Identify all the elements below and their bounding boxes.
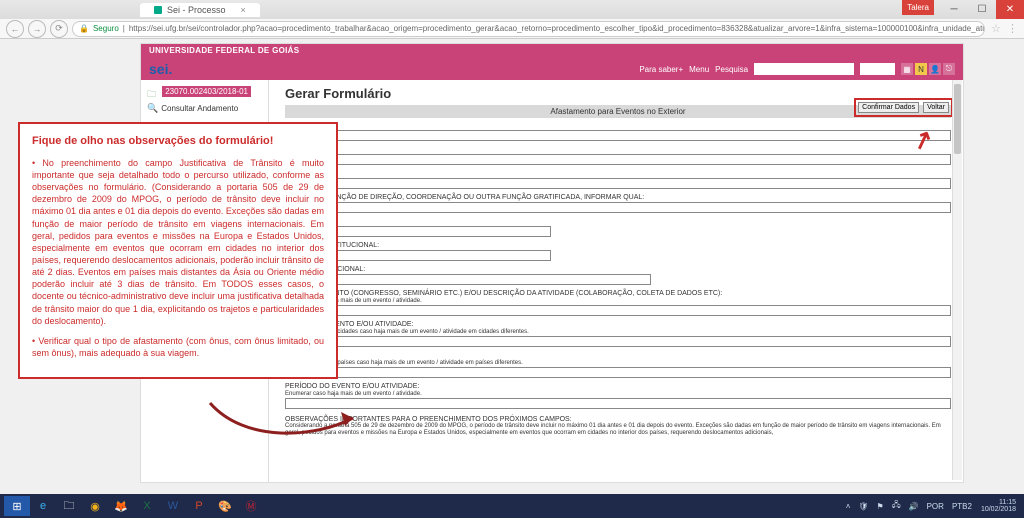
- label-email: E-MAIL INSTITUCIONAL:: [285, 266, 951, 273]
- url-field[interactable]: 🔒 Seguro | https://sei.ufg.br/sei/contro…: [72, 21, 985, 37]
- callout-p1: No preenchimento do campo Justificativa …: [32, 157, 324, 327]
- label-pais: PAÍS:: [285, 352, 951, 359]
- toolbar-icon-1[interactable]: ▦: [901, 63, 913, 75]
- taskbar-excel-icon[interactable]: X: [134, 496, 160, 516]
- sub-nome-evento: Enumerar caso haja mais de um evento / a…: [285, 298, 951, 304]
- tray-kb[interactable]: PTB2: [949, 502, 975, 511]
- input-cidade[interactable]: [285, 336, 951, 347]
- sub-cidade: Enumerar todas as cidades caso haja mais…: [285, 329, 951, 335]
- windows-taskbar: ⊞ e 🗀 ◉ 🦊 X W P 🎨 Ⓜ ˄ 🛡 ⚑ 🖧 🔊 POR PTB2 1…: [0, 494, 1024, 518]
- app-top-bar: sei. Para saber+ Menu Pesquisa PRPG ▾ ▦ …: [141, 58, 963, 80]
- label-cargo: CARGO:: [285, 170, 951, 177]
- tray-date: 10/02/2018: [981, 506, 1016, 513]
- sub-periodo: Enumerar caso haja mais de um evento / a…: [285, 391, 951, 397]
- search-input[interactable]: [754, 63, 854, 75]
- browser-tab-bar: Sei - Processo ×: [0, 0, 1024, 19]
- consult-label: Consultar Andamento: [161, 104, 238, 113]
- taskbar-firefox-icon[interactable]: 🦊: [108, 496, 134, 516]
- confirm-data-button[interactable]: Confirmar Dados: [858, 102, 919, 113]
- input-email[interactable]: [285, 274, 651, 285]
- tray-time: 11:15: [981, 499, 1016, 506]
- label-periodo: PERÍODO DO EVENTO E/OU ATIVIDADE:: [285, 383, 951, 390]
- toolbar-icon-2[interactable]: N: [915, 63, 927, 75]
- toolbar-icon-3[interactable]: 👤: [929, 63, 941, 75]
- taskbar-word-icon[interactable]: W: [160, 496, 186, 516]
- instruction-callout: Fique de olho nas observações do formulá…: [18, 122, 338, 379]
- menu-icon[interactable]: ⋮: [1007, 22, 1018, 35]
- taskbar-mcafee-icon[interactable]: Ⓜ: [238, 496, 264, 516]
- forward-button[interactable]: →: [28, 20, 46, 38]
- form-section-header: Afastamento para Eventos no Exterior: [285, 105, 951, 118]
- start-button[interactable]: ⊞: [4, 496, 30, 516]
- label-telefone: TELEFONE INSTITUCIONAL:: [285, 242, 951, 249]
- input-pais[interactable]: [285, 367, 951, 378]
- inner-vertical-scrollbar[interactable]: [952, 80, 962, 480]
- process-row[interactable]: 🗀 23070.002403/2018-01: [147, 86, 262, 97]
- tray-vol-icon[interactable]: 🔊: [906, 502, 922, 511]
- tray-flag-icon[interactable]: ⚑: [874, 502, 887, 511]
- toolbar-icon-4[interactable]: ⎋: [943, 63, 955, 75]
- back-button-form[interactable]: Voltar: [923, 102, 949, 113]
- process-number[interactable]: 23070.002403/2018-01: [162, 86, 251, 97]
- input-nome-evento[interactable]: [285, 305, 951, 316]
- sei-logo[interactable]: sei.: [149, 61, 172, 77]
- taskbar-powerpoint-icon[interactable]: P: [186, 496, 212, 516]
- tray-shield-icon[interactable]: 🛡: [855, 502, 871, 511]
- form-pane: Gerar Formulário Confirmar Dados Voltar …: [269, 80, 963, 482]
- tray-lang[interactable]: POR: [924, 502, 947, 511]
- obs-text: Considerando a portaria 505 de 29 de dez…: [285, 423, 951, 437]
- scroll-thumb[interactable]: [954, 84, 961, 154]
- window-close-button[interactable]: ✕: [996, 0, 1024, 19]
- link-pesquisa[interactable]: Pesquisa: [715, 65, 748, 74]
- tray-net-icon[interactable]: 🖧: [889, 499, 904, 513]
- taskbar-paint-icon[interactable]: 🎨: [212, 496, 238, 516]
- label-nome-evento: NOME DO EVENTO (CONGRESSO, SEMINÁRIO ETC…: [285, 290, 951, 297]
- folder-icon: 🗀: [147, 87, 157, 97]
- browser-tab[interactable]: Sei - Processo ×: [140, 3, 260, 17]
- callout-heading: Fique de olho nas observações do formulá…: [32, 134, 324, 149]
- secure-label: Seguro: [93, 24, 119, 33]
- system-tray: ˄ 🛡 ⚑ 🖧 🔊 POR PTB2 11:15 10/02/2018: [843, 499, 1020, 513]
- maximize-button[interactable]: ☐: [968, 0, 996, 19]
- input-periodo[interactable]: [285, 398, 951, 409]
- university-bar: UNIVERSIDADE FEDERAL DE GOIÁS: [141, 44, 963, 58]
- action-buttons-highlight: Confirmar Dados Voltar: [854, 98, 953, 117]
- minimize-button[interactable]: ─: [940, 0, 968, 19]
- back-button[interactable]: ←: [6, 20, 24, 38]
- window-extension-label: Talera: [902, 0, 934, 15]
- obs-heading: OBSERVAÇÕES IMPORTANTES PARA O PREENCHIM…: [285, 416, 951, 423]
- callout-p2: Verificar qual o tipo de afastamento (co…: [32, 335, 324, 359]
- url-text: https://sei.ufg.br/sei/controlador.php?a…: [129, 24, 985, 33]
- lock-icon: 🔒: [79, 24, 89, 33]
- taskbar-ie-icon[interactable]: e: [30, 496, 56, 516]
- reload-button[interactable]: ⟳: [50, 20, 68, 38]
- toolbar-icons: ▦ N 👤 ⎋: [901, 63, 955, 75]
- bookmark-icon[interactable]: ☆: [991, 22, 1001, 35]
- consult-progress-link[interactable]: 🔍 Consultar Andamento: [147, 103, 262, 114]
- input-servidor[interactable]: [285, 130, 951, 141]
- magnifier-icon: 🔍: [147, 103, 158, 114]
- link-menu[interactable]: Menu: [689, 65, 709, 74]
- favicon: [154, 6, 162, 14]
- label-cidade: CIDADE DO EVENTO E/OU ATIVIDADE:: [285, 321, 951, 328]
- unit-select[interactable]: PRPG ▾: [860, 63, 895, 75]
- tray-up-icon[interactable]: ˄: [843, 502, 854, 511]
- tray-clock[interactable]: 11:15 10/02/2018: [977, 499, 1020, 513]
- input-cargo[interactable]: [285, 178, 951, 189]
- window-buttons: ─ ☐ ✕: [940, 0, 1024, 19]
- label-funcao: SE EXERCE FUNÇÃO DE DIREÇÃO, COORDENAÇÃO…: [285, 194, 951, 201]
- address-bar: ← → ⟳ 🔒 Seguro | https://sei.ufg.br/sei/…: [0, 19, 1024, 39]
- label-servidor: SERVIDOR:: [285, 122, 951, 129]
- label-siape: SIAPE:: [285, 218, 951, 225]
- input-funcao[interactable]: [285, 202, 951, 213]
- taskbar-chrome-icon[interactable]: ◉: [82, 496, 108, 516]
- link-para-saber[interactable]: Para saber+: [639, 65, 683, 74]
- page-title: Gerar Formulário: [285, 86, 951, 101]
- tab-close-icon[interactable]: ×: [241, 5, 246, 15]
- input-unidade[interactable]: [285, 154, 951, 165]
- taskbar-explorer-icon[interactable]: 🗀: [56, 496, 82, 516]
- sub-pais: Enumerar todos os países caso haja mais …: [285, 360, 951, 366]
- tab-title: Sei - Processo: [167, 5, 226, 15]
- label-unidade: UNIDADE:: [285, 146, 951, 153]
